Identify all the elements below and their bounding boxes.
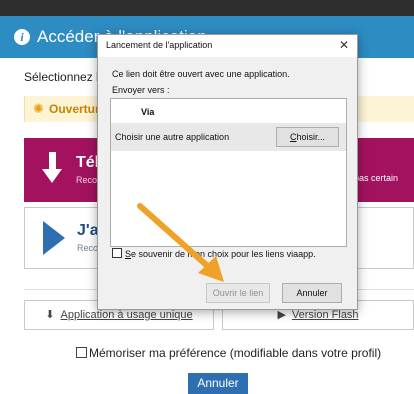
close-icon[interactable]: ✕: [336, 37, 352, 53]
download-small-icon: ⬇: [45, 309, 55, 321]
remember-preference[interactable]: Mémoriser ma préférence (modifiable dans…: [76, 346, 381, 360]
download-option-subtitle: Reco: [76, 175, 98, 185]
info-icon: i: [14, 29, 30, 45]
download-option-note: pas certain: [354, 173, 399, 183]
download-arrow-icon: [42, 152, 62, 184]
sun-icon: ✺: [33, 101, 44, 116]
dialog-message: Ce lien doit être ouvert avec une applic…: [112, 69, 290, 79]
remember-choice-label: e souvenir de mon choix pour les liens v…: [131, 249, 316, 259]
remember-preference-checkbox[interactable]: [76, 347, 87, 358]
installed-option-subtitle: Reco: [77, 243, 99, 253]
flash-version-label: Version Flash: [291, 309, 359, 321]
select-instruction: Sélectionnez la: [24, 70, 106, 84]
remember-choice[interactable]: Se souvenir de mon choix pour les liens …: [112, 248, 316, 259]
dialog-titlebar: Lancement de l'application ✕: [98, 35, 357, 57]
send-to-label: Envoyer vers :: [112, 85, 170, 95]
play-icon: [43, 221, 65, 255]
dialog-cancel-button[interactable]: Annuler: [282, 283, 342, 303]
remember-preference-label: Mémoriser ma préférence (modifiable dans…: [89, 346, 382, 360]
warning-text: Ouvertur: [49, 102, 100, 116]
top-bar: [0, 0, 414, 16]
single-use-app-label: Application à usage unique: [60, 309, 193, 321]
app-item-via[interactable]: Via: [141, 107, 154, 117]
choose-button[interactable]: Choisir...: [276, 127, 339, 147]
launch-app-dialog: Lancement de l'application ✕ Ce lien doi…: [97, 34, 358, 310]
remember-choice-checkbox[interactable]: [112, 248, 122, 258]
app-item-other-label: Choisir une autre application: [115, 132, 230, 142]
app-list: Via Choisir une autre application Choisi…: [110, 98, 347, 247]
dialog-title: Lancement de l'application: [106, 40, 213, 50]
cancel-button[interactable]: Annuler: [188, 373, 248, 394]
open-link-button[interactable]: Ouvrir le lien: [206, 283, 270, 303]
screen: i Accéder à l'application Sélectionnez l…: [0, 0, 414, 394]
app-item-other[interactable]: Choisir une autre application Choisir...: [111, 123, 346, 151]
